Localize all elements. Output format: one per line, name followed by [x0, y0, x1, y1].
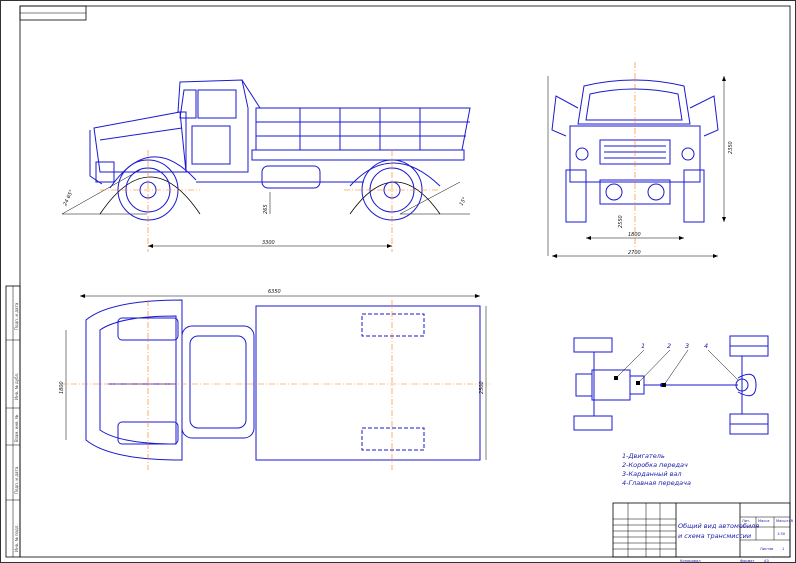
- drawing-sheet: Подп. и дата Инв. № дубл. Взам. инв. № П…: [0, 0, 796, 563]
- tb-stage: Лит.: [742, 519, 750, 523]
- tb-copied: Копировал: [680, 559, 701, 563]
- dim-ground-clearance: 2550: [618, 215, 624, 228]
- dim-overall-width: 2500: [479, 381, 485, 394]
- tb-format-value: A3: [764, 559, 769, 563]
- strip-label-3: Взам. инв. №: [14, 415, 19, 442]
- legend-item-4: 4-Главная передача: [622, 479, 691, 487]
- strip-label-4: Подп. и дата: [14, 466, 19, 494]
- legend-item-3: 3-Карданный вал: [622, 470, 682, 478]
- tb-sheets-label: Листов: [760, 547, 773, 551]
- strip-label-2: Инв. № дубл.: [14, 373, 19, 400]
- dim-height: 2350: [728, 141, 734, 154]
- dim-front-track: 1800: [628, 232, 641, 238]
- strip-label-1: Подп. и дата: [14, 302, 19, 330]
- legend-item-1: 1-Двигатель: [622, 452, 665, 460]
- tb-sheets-count: 1: [782, 547, 784, 551]
- dim-overall-length: 6350: [268, 289, 281, 295]
- dim-wheelbase: 3300: [262, 240, 275, 246]
- dim-cab-width: 1800: [59, 381, 65, 394]
- title-line-2: и схема трансмиссии: [678, 532, 751, 540]
- marker-3: 3: [685, 342, 689, 350]
- marker-2: 2: [667, 342, 671, 350]
- marker-1: 1: [641, 342, 645, 350]
- dim-rear-track: 2700: [628, 250, 641, 256]
- dim-clearance: 265: [263, 204, 269, 214]
- legend-item-2: 2-Коробка передач: [622, 461, 688, 469]
- tb-scale-value: 1:50: [777, 532, 786, 536]
- tb-scale: Масштаб: [776, 519, 794, 523]
- title-line-1: Общий вид автомобиля: [678, 522, 759, 530]
- strip-label-5: Инв. № подл.: [14, 524, 19, 552]
- marker-4: 4: [704, 342, 708, 350]
- tb-mass: Масса: [758, 519, 769, 523]
- tb-format: Формат: [740, 559, 755, 563]
